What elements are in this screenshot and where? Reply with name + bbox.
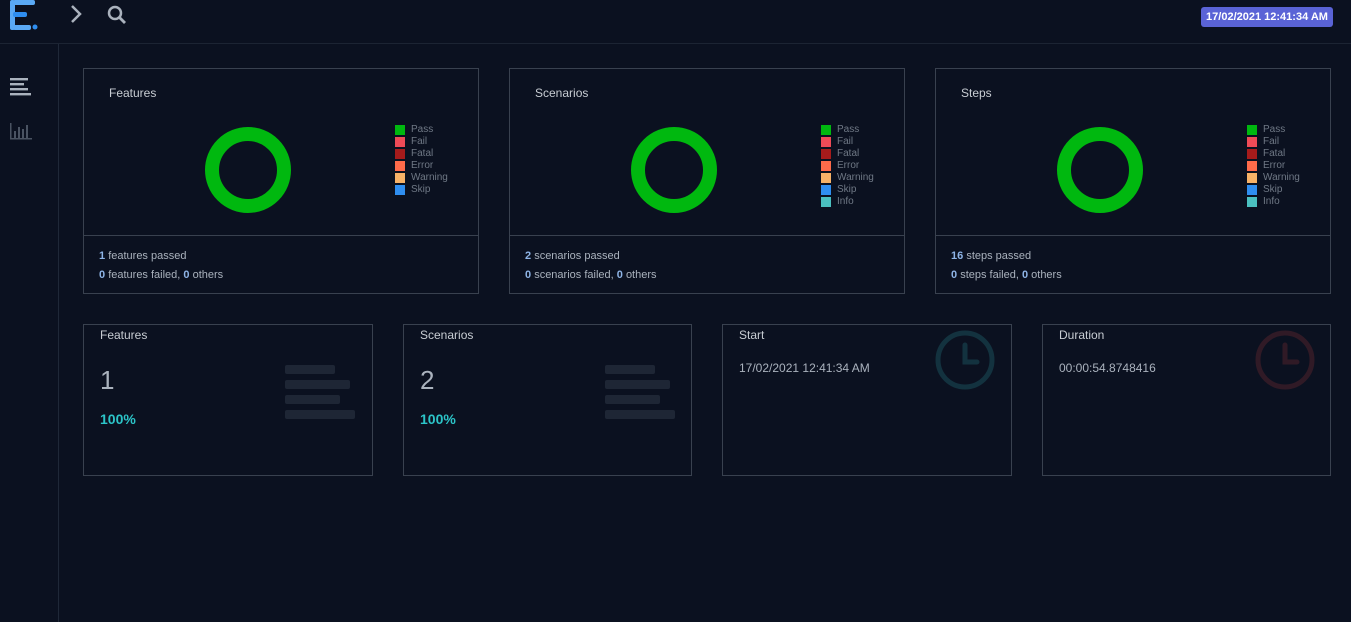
chart-legend: Pass Fail Fatal Error Warning Skip Info (1247, 124, 1300, 208)
duration-stat-card: Duration 00:00:54.8748416 (1042, 324, 1331, 476)
chart-legend: Pass Fail Fatal Error Warning Skip Info (821, 124, 874, 208)
steps-chart-card: Steps Pass Fail Fatal Error Warning Skip… (935, 68, 1331, 294)
features-donut-chart (205, 127, 291, 213)
card-footer: 1 features passed 0 features failed, 0 o… (84, 235, 478, 294)
passed-summary: 1 features passed (99, 250, 187, 262)
stat-value: 2 (420, 365, 435, 395)
chevron-right-icon[interactable] (66, 4, 86, 24)
legend-item: Fatal (395, 148, 448, 160)
failed-summary: 0 features failed, 0 others (99, 269, 224, 281)
legend-item: Fail (395, 136, 448, 148)
legend-item: Skip (395, 184, 448, 196)
legend-item: Skip (1247, 184, 1300, 196)
legend-item: Info (1247, 196, 1300, 208)
legend-item: Error (1247, 160, 1300, 172)
passed-summary: 2 scenarios passed (525, 250, 620, 262)
dashboard-list-icon[interactable] (10, 76, 34, 98)
legend-item: Pass (395, 124, 448, 136)
list-bars-icon (605, 365, 675, 419)
chart-legend: Pass Fail Fatal Error Warning Skip (395, 124, 448, 196)
timestamp-badge: 17/02/2021 12:41:34 AM (1201, 7, 1333, 27)
features-stat-card: Features 1 100% (83, 324, 373, 476)
legend-item: Warning (1247, 172, 1300, 184)
stat-percent: 100% (100, 411, 136, 427)
scenarios-stat-card: Scenarios 2 100% (403, 324, 692, 476)
stat-title: Duration (1059, 328, 1105, 342)
top-bar: 17/02/2021 12:41:34 AM (0, 0, 1351, 44)
legend-item: Fail (821, 136, 874, 148)
steps-donut-chart (1057, 127, 1143, 213)
logo-icon[interactable] (10, 0, 40, 32)
stat-title: Scenarios (420, 328, 474, 342)
start-time: 17/02/2021 12:41:34 AM (739, 361, 870, 375)
clock-icon (935, 330, 995, 390)
sidebar (0, 44, 59, 622)
duration-value: 00:00:54.8748416 (1059, 361, 1156, 375)
scenarios-donut-chart (631, 127, 717, 213)
features-chart-card: Features Pass Fail Fatal Error Warning S… (83, 68, 479, 294)
bar-chart-icon[interactable] (10, 121, 34, 143)
stat-value: 1 (100, 365, 115, 395)
passed-summary: 16 steps passed (951, 250, 1032, 262)
legend-item: Info (821, 196, 874, 208)
card-title: Scenarios (535, 86, 589, 100)
card-title: Features (109, 86, 157, 100)
list-bars-icon (285, 365, 355, 419)
scenarios-chart-card: Scenarios Pass Fail Fatal Error Warning … (509, 68, 905, 294)
legend-item: Error (821, 160, 874, 172)
stat-title: Start (739, 328, 765, 342)
legend-item: Fatal (1247, 148, 1300, 160)
legend-item: Error (395, 160, 448, 172)
stat-percent: 100% (420, 411, 456, 427)
stat-title: Features (100, 328, 148, 342)
legend-item: Warning (821, 172, 874, 184)
legend-item: Fail (1247, 136, 1300, 148)
legend-item: Skip (821, 184, 874, 196)
failed-summary: 0 scenarios failed, 0 others (525, 269, 657, 281)
legend-item: Pass (1247, 124, 1300, 136)
search-icon[interactable] (106, 4, 128, 26)
card-footer: 16 steps passed 0 steps failed, 0 others (936, 235, 1330, 294)
start-stat-card: Start 17/02/2021 12:41:34 AM (722, 324, 1012, 476)
legend-item: Fatal (821, 148, 874, 160)
clock-icon (1255, 330, 1315, 390)
card-footer: 2 scenarios passed 0 scenarios failed, 0… (510, 235, 904, 294)
card-title: Steps (961, 86, 992, 100)
failed-summary: 0 steps failed, 0 others (951, 269, 1062, 281)
legend-item: Pass (821, 124, 874, 136)
legend-item: Warning (395, 172, 448, 184)
